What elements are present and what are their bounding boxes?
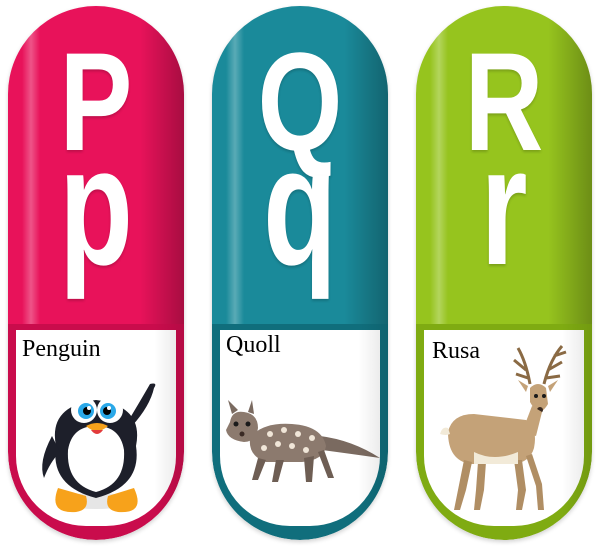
- lowercase-letter: q: [263, 112, 337, 300]
- letter-card-r: R r Rusa: [416, 6, 592, 540]
- card-color-bottom: Rusa: [416, 324, 592, 540]
- letter-card-q: Q q Quoll: [212, 6, 388, 540]
- card-color-top: R r: [416, 6, 592, 324]
- letter-card-p: P p Penguin: [8, 6, 184, 540]
- deer-icon: [440, 345, 567, 510]
- card-color-top: Q q: [212, 6, 388, 324]
- animal-panel: Penguin: [16, 330, 176, 526]
- lowercase-letter: r: [480, 112, 528, 300]
- animal-panel: Quoll: [220, 330, 380, 526]
- card-color-bottom: Quoll: [212, 324, 388, 540]
- animal-panel: Rusa: [424, 330, 584, 526]
- penguin-icon: [42, 383, 156, 513]
- animal-name: Penguin: [22, 336, 101, 362]
- quoll-icon: [226, 400, 380, 482]
- animal-name: Quoll: [226, 332, 281, 358]
- card-color-bottom: Penguin: [8, 324, 184, 540]
- card-color-top: P p: [8, 6, 184, 324]
- lowercase-letter: p: [59, 112, 133, 300]
